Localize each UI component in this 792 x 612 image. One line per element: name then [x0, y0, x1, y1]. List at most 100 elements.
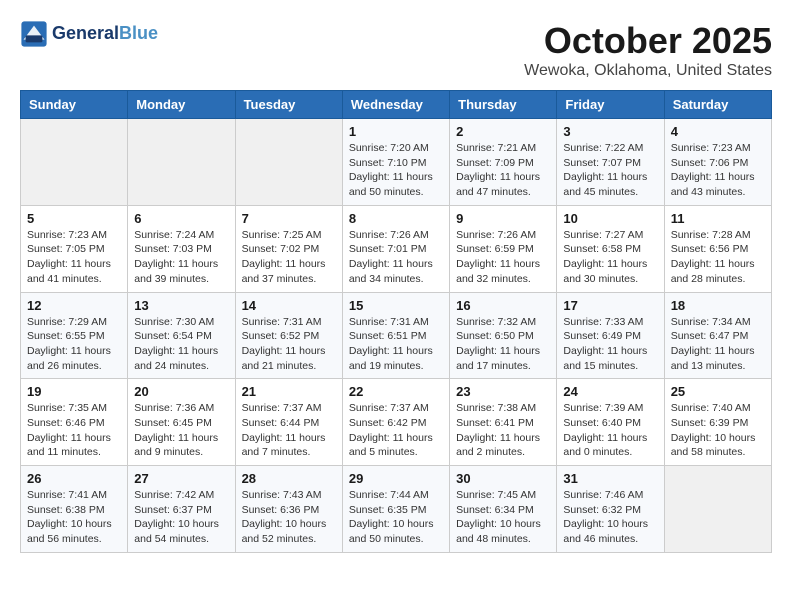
calendar-cell: 21 Sunrise: 7:37 AM Sunset: 6:44 PM Dayli…: [235, 379, 342, 466]
header-thursday: Thursday: [450, 91, 557, 119]
calendar-cell: 10Sunrise: 7:27 AM Sunset: 6:58 PM Dayli…: [557, 205, 664, 292]
header-monday: Monday: [128, 91, 235, 119]
calendar-cell: 27 Sunrise: 7:42 AM Sunset: 6:37 PM Dayli…: [128, 466, 235, 553]
day-number: 31: [563, 471, 657, 486]
day-number: 17: [563, 298, 657, 313]
day-info: Sunrise: 7:36 AM Sunset: 6:45 PM Dayligh…: [134, 401, 228, 460]
day-info: Sunrise: 7:37 AM Sunset: 6:44 PM Dayligh…: [242, 401, 336, 460]
calendar-cell: [664, 466, 771, 553]
day-number: 5: [27, 211, 121, 226]
calendar-cell: 5 Sunrise: 7:23 AM Sunset: 7:05 PM Daylig…: [21, 205, 128, 292]
calendar-cell: 23Sunrise: 7:38 AM Sunset: 6:41 PM Dayli…: [450, 379, 557, 466]
calendar-week-3: 12Sunrise: 7:29 AM Sunset: 6:55 PM Dayli…: [21, 292, 772, 379]
day-info: Sunrise: 7:23 AM Sunset: 7:05 PM Dayligh…: [27, 228, 121, 287]
day-info: Sunrise: 7:35 AM Sunset: 6:46 PM Dayligh…: [27, 401, 121, 460]
calendar-body: 1 Sunrise: 7:20 AM Sunset: 7:10 PM Daylig…: [21, 119, 772, 553]
calendar-header-row: SundayMondayTuesdayWednesdayThursdayFrid…: [21, 91, 772, 119]
day-number: 14: [242, 298, 336, 313]
day-info: Sunrise: 7:40 AM Sunset: 6:39 PM Dayligh…: [671, 401, 765, 460]
day-info: Sunrise: 7:22 AM Sunset: 7:07 PM Dayligh…: [563, 141, 657, 200]
day-number: 13: [134, 298, 228, 313]
calendar-week-5: 26 Sunrise: 7:41 AM Sunset: 6:38 PM Dayli…: [21, 466, 772, 553]
logo-text: GeneralBlue: [52, 24, 158, 44]
day-number: 27: [134, 471, 228, 486]
calendar-cell: 4 Sunrise: 7:23 AM Sunset: 7:06 PM Daylig…: [664, 119, 771, 206]
day-info: Sunrise: 7:27 AM Sunset: 6:58 PM Dayligh…: [563, 228, 657, 287]
calendar-cell: 9Sunrise: 7:26 AM Sunset: 6:59 PM Daylig…: [450, 205, 557, 292]
day-info: Sunrise: 7:24 AM Sunset: 7:03 PM Dayligh…: [134, 228, 228, 287]
calendar-cell: 22 Sunrise: 7:37 AM Sunset: 6:42 PM Dayli…: [342, 379, 449, 466]
day-number: 26: [27, 471, 121, 486]
header-saturday: Saturday: [664, 91, 771, 119]
header-sunday: Sunday: [21, 91, 128, 119]
day-info: Sunrise: 7:28 AM Sunset: 6:56 PM Dayligh…: [671, 228, 765, 287]
day-number: 4: [671, 124, 765, 139]
day-number: 9: [456, 211, 550, 226]
calendar-cell: 3 Sunrise: 7:22 AM Sunset: 7:07 PM Daylig…: [557, 119, 664, 206]
calendar-cell: 31 Sunrise: 7:46 AM Sunset: 6:32 PM Dayli…: [557, 466, 664, 553]
calendar-week-1: 1 Sunrise: 7:20 AM Sunset: 7:10 PM Daylig…: [21, 119, 772, 206]
day-number: 29: [349, 471, 443, 486]
calendar-cell: 14 Sunrise: 7:31 AM Sunset: 6:52 PM Dayli…: [235, 292, 342, 379]
day-info: Sunrise: 7:32 AM Sunset: 6:50 PM Dayligh…: [456, 315, 550, 374]
location: Wewoka, Oklahoma, United States: [524, 62, 772, 80]
day-info: Sunrise: 7:46 AM Sunset: 6:32 PM Dayligh…: [563, 488, 657, 547]
calendar-cell: 17Sunrise: 7:33 AM Sunset: 6:49 PM Dayli…: [557, 292, 664, 379]
calendar-cell: 29 Sunrise: 7:44 AM Sunset: 6:35 PM Dayli…: [342, 466, 449, 553]
day-info: Sunrise: 7:23 AM Sunset: 7:06 PM Dayligh…: [671, 141, 765, 200]
day-number: 16: [456, 298, 550, 313]
header-wednesday: Wednesday: [342, 91, 449, 119]
day-number: 21: [242, 384, 336, 399]
calendar-cell: 25 Sunrise: 7:40 AM Sunset: 6:39 PM Dayli…: [664, 379, 771, 466]
calendar-cell: 11 Sunrise: 7:28 AM Sunset: 6:56 PM Dayli…: [664, 205, 771, 292]
day-info: Sunrise: 7:31 AM Sunset: 6:51 PM Dayligh…: [349, 315, 443, 374]
day-info: Sunrise: 7:21 AM Sunset: 7:09 PM Dayligh…: [456, 141, 550, 200]
calendar-cell: [21, 119, 128, 206]
day-number: 22: [349, 384, 443, 399]
day-info: Sunrise: 7:31 AM Sunset: 6:52 PM Dayligh…: [242, 315, 336, 374]
day-number: 18: [671, 298, 765, 313]
day-info: Sunrise: 7:37 AM Sunset: 6:42 PM Dayligh…: [349, 401, 443, 460]
calendar-cell: 16 Sunrise: 7:32 AM Sunset: 6:50 PM Dayli…: [450, 292, 557, 379]
day-info: Sunrise: 7:26 AM Sunset: 7:01 PM Dayligh…: [349, 228, 443, 287]
day-info: Sunrise: 7:44 AM Sunset: 6:35 PM Dayligh…: [349, 488, 443, 547]
calendar-cell: 1 Sunrise: 7:20 AM Sunset: 7:10 PM Daylig…: [342, 119, 449, 206]
calendar-cell: [128, 119, 235, 206]
day-number: 8: [349, 211, 443, 226]
page-header: GeneralBlue October 2025 Wewoka, Oklahom…: [20, 20, 772, 80]
day-number: 25: [671, 384, 765, 399]
day-number: 7: [242, 211, 336, 226]
calendar-cell: 28Sunrise: 7:43 AM Sunset: 6:36 PM Dayli…: [235, 466, 342, 553]
day-info: Sunrise: 7:42 AM Sunset: 6:37 PM Dayligh…: [134, 488, 228, 547]
day-info: Sunrise: 7:39 AM Sunset: 6:40 PM Dayligh…: [563, 401, 657, 460]
day-number: 2: [456, 124, 550, 139]
header-friday: Friday: [557, 91, 664, 119]
calendar-week-4: 19 Sunrise: 7:35 AM Sunset: 6:46 PM Dayli…: [21, 379, 772, 466]
calendar-cell: 2 Sunrise: 7:21 AM Sunset: 7:09 PM Daylig…: [450, 119, 557, 206]
calendar-cell: 15 Sunrise: 7:31 AM Sunset: 6:51 PM Dayli…: [342, 292, 449, 379]
day-number: 28: [242, 471, 336, 486]
day-number: 20: [134, 384, 228, 399]
calendar-cell: 6 Sunrise: 7:24 AM Sunset: 7:03 PM Daylig…: [128, 205, 235, 292]
day-number: 19: [27, 384, 121, 399]
day-number: 15: [349, 298, 443, 313]
day-info: Sunrise: 7:29 AM Sunset: 6:55 PM Dayligh…: [27, 315, 121, 374]
calendar-cell: 13Sunrise: 7:30 AM Sunset: 6:54 PM Dayli…: [128, 292, 235, 379]
day-info: Sunrise: 7:38 AM Sunset: 6:41 PM Dayligh…: [456, 401, 550, 460]
calendar-table: SundayMondayTuesdayWednesdayThursdayFrid…: [20, 90, 772, 553]
day-number: 6: [134, 211, 228, 226]
calendar-cell: 12Sunrise: 7:29 AM Sunset: 6:55 PM Dayli…: [21, 292, 128, 379]
day-number: 3: [563, 124, 657, 139]
title-block: October 2025 Wewoka, Oklahoma, United St…: [524, 20, 772, 80]
calendar-cell: 19 Sunrise: 7:35 AM Sunset: 6:46 PM Dayli…: [21, 379, 128, 466]
day-number: 1: [349, 124, 443, 139]
day-info: Sunrise: 7:34 AM Sunset: 6:47 PM Dayligh…: [671, 315, 765, 374]
day-info: Sunrise: 7:41 AM Sunset: 6:38 PM Dayligh…: [27, 488, 121, 547]
calendar-cell: 8 Sunrise: 7:26 AM Sunset: 7:01 PM Daylig…: [342, 205, 449, 292]
day-info: Sunrise: 7:20 AM Sunset: 7:10 PM Dayligh…: [349, 141, 443, 200]
calendar-cell: 26 Sunrise: 7:41 AM Sunset: 6:38 PM Dayli…: [21, 466, 128, 553]
day-info: Sunrise: 7:25 AM Sunset: 7:02 PM Dayligh…: [242, 228, 336, 287]
month-title: October 2025: [524, 20, 772, 62]
day-number: 11: [671, 211, 765, 226]
calendar-cell: 20 Sunrise: 7:36 AM Sunset: 6:45 PM Dayli…: [128, 379, 235, 466]
